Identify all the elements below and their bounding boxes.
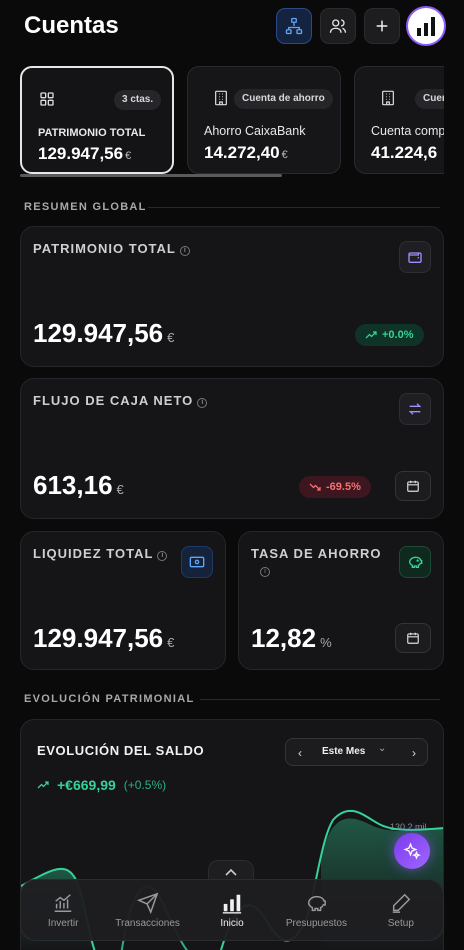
delta-value: +€669,99 <box>57 777 116 793</box>
liquidity-value: 129.947,56 € <box>33 623 175 653</box>
building-icon <box>210 87 232 109</box>
send-icon <box>136 892 158 914</box>
nav-label: Setup <box>387 918 414 929</box>
building-icon <box>377 87 399 109</box>
account-card-total[interactable]: 3 ctas. PATRIMONIO TOTAL 129.947,56 € <box>20 66 174 174</box>
next-period-button[interactable]: › <box>402 739 426 767</box>
info-icon[interactable]: i <box>197 398 208 408</box>
savings-rate-value: 12,82% <box>251 623 332 653</box>
net-worth-change-badge: +0.0% <box>355 324 424 346</box>
cash-flow-card: FLUJO DE CAJA NETO i 613,16 € -69.5% <box>20 378 444 519</box>
delta-percent: (+0.5%) <box>123 778 167 792</box>
nav-item-invertir[interactable]: Invertir <box>21 880 105 940</box>
app-header: Cuentas <box>0 0 464 52</box>
nav-label: Presupuestos <box>285 918 347 929</box>
chevron-down-icon[interactable]: ⌄ <box>378 743 386 754</box>
chevron-up-icon <box>225 868 237 876</box>
hierarchy-button[interactable] <box>276 8 312 44</box>
calendar-button[interactable] <box>395 471 431 501</box>
account-name: PATRIMONIO TOTAL <box>38 127 146 139</box>
calendar-button[interactable] <box>395 623 431 653</box>
nav-item-presupuestos[interactable]: Presupuestos <box>274 880 358 940</box>
calendar-icon <box>407 480 419 492</box>
calendar-icon <box>407 632 419 644</box>
swap-arrows-icon <box>399 393 431 425</box>
users-button[interactable] <box>320 8 356 44</box>
info-icon[interactable]: i <box>179 246 190 256</box>
nav-item-setup[interactable]: Setup <box>359 880 443 940</box>
bottom-nav: Invertir Transacciones Inicio Presupuest… <box>20 879 444 941</box>
section-evolution-label: EVOLUCIÓN PATRIMONIAL <box>24 693 195 705</box>
ai-assistant-button[interactable] <box>394 833 430 869</box>
period-label: Este Mes <box>322 746 366 757</box>
nav-label: Transacciones <box>115 918 180 929</box>
cash-flow-value: 613,16 € <box>33 470 124 500</box>
nav-label: Invertir <box>47 918 79 929</box>
net-worth-value: 129.947,56 € <box>33 318 175 348</box>
trend-down-icon <box>309 483 321 491</box>
card-label: PATRIMONIO TOTAL i <box>33 241 190 256</box>
cash-flow-change-badge: -69.5% <box>299 476 371 498</box>
period-selector[interactable]: ‹ Este Mes ⌄ › <box>285 738 428 766</box>
pen-icon <box>392 893 411 913</box>
sparkles-icon <box>403 842 421 860</box>
page-title: Cuentas <box>24 12 119 39</box>
wallet-icon <box>399 241 431 273</box>
nav-item-inicio[interactable]: Inicio <box>190 880 274 940</box>
prev-period-button[interactable]: ‹ <box>288 739 312 767</box>
net-worth-card: PATRIMONIO TOTAL i 129.947,56 € +0.0% <box>20 226 444 367</box>
account-card-caixabank[interactable]: Cuenta de ahorro Ahorro CaixaBank 14.272… <box>187 66 341 174</box>
org-chart-icon <box>285 17 303 35</box>
account-card-checking[interactable]: Cuen Cuenta comp 41.224,6 <box>354 66 444 174</box>
nav-item-transacciones[interactable]: Transacciones <box>105 880 189 940</box>
trend-up-icon <box>37 781 49 789</box>
section-divider <box>200 699 440 700</box>
account-count-badge: 3 ctas. <box>114 90 162 110</box>
card-label: FLUJO DE CAJA NETO i <box>33 393 208 408</box>
accounts-carousel[interactable]: 3 ctas. PATRIMONIO TOTAL 129.947,56 € Cue… <box>20 66 444 176</box>
section-divider <box>148 207 440 208</box>
bar-chart-logo-icon <box>417 17 435 36</box>
savings-rate-card: TASA DE AHORRO i 12,82% <box>238 531 444 670</box>
grid-icon <box>36 88 58 110</box>
account-name: Ahorro CaixaBank <box>204 124 306 138</box>
chart-line-icon <box>54 894 72 912</box>
plus-icon <box>376 20 388 32</box>
account-type-badge: Cuenta de ahorro <box>234 89 333 109</box>
account-value: 14.272,40 € <box>204 143 288 162</box>
liquidity-card: LIQUIDEZ TOTAL i 129.947,56 € <box>20 531 226 670</box>
info-icon[interactable]: i <box>260 567 270 577</box>
account-value: 41.224,6 <box>371 143 438 162</box>
carousel-scrollbar[interactable] <box>20 174 282 177</box>
card-label: TASA DE AHORRO <box>251 546 382 561</box>
cash-icon <box>181 546 213 578</box>
card-label: LIQUIDEZ TOTAL i <box>33 546 168 561</box>
section-summary-label: RESUMEN GLOBAL <box>24 201 147 213</box>
users-icon <box>329 19 347 33</box>
nav-label: Inicio <box>220 918 244 929</box>
account-type-badge: Cuen <box>415 89 444 109</box>
bar-chart-icon <box>222 894 242 914</box>
info-icon[interactable]: i <box>157 551 168 561</box>
account-value: 129.947,56 € <box>38 144 132 163</box>
avatar[interactable] <box>406 6 446 46</box>
add-button[interactable] <box>364 8 400 44</box>
piggy-bank-icon <box>308 895 327 912</box>
trend-up-icon <box>365 331 377 339</box>
chart-title: EVOLUCIÓN DEL SALDO <box>37 743 205 758</box>
balance-delta: +€669,99 (+0.5%) <box>37 777 166 793</box>
piggy-bank-icon <box>399 546 431 578</box>
account-name: Cuenta comp <box>371 124 444 138</box>
